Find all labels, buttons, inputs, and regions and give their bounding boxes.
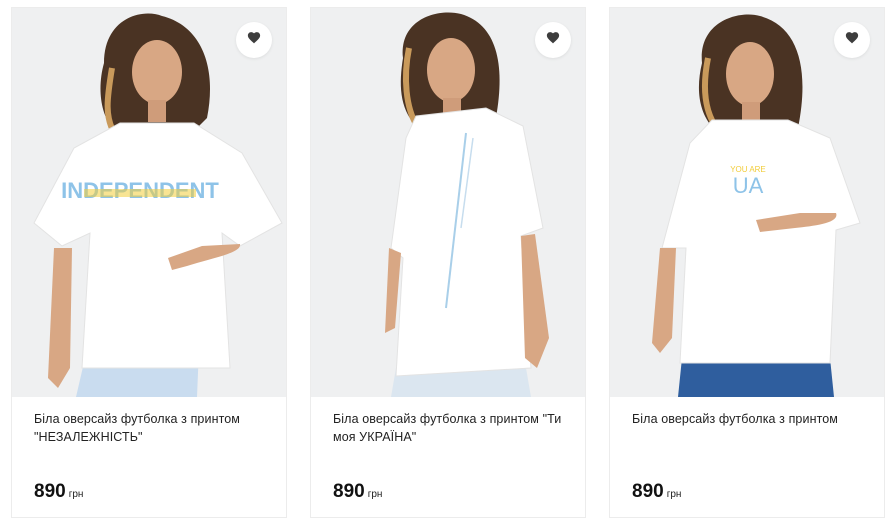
price-value: 890 [333,481,365,502]
shirt-print-main: UA [733,173,764,198]
price-currency: грн [367,489,383,500]
product-card[interactable]: Біла оверсайз футболка з принтом "Ти моя… [310,7,586,518]
heart-icon [247,31,261,49]
product-card[interactable]: INDEPENDENT Біла оверсайз футболка з при… [11,7,287,518]
product-card[interactable]: YOU ARE UA Біла оверсайз футболка з прин… [609,7,885,518]
product-image[interactable]: YOU ARE UA [610,8,884,397]
product-title[interactable]: Біла оверсайз футболка з принтом "НЕЗАЛЕ… [34,410,264,446]
heart-icon [845,31,859,49]
favorite-button[interactable] [236,22,272,58]
product-price: 890 грн [333,481,382,503]
product-price: 890 грн [632,481,681,503]
price-value: 890 [632,481,664,502]
product-image[interactable] [311,8,585,397]
favorite-button[interactable] [535,22,571,58]
price-currency: грн [666,489,682,500]
price-currency: грн [68,489,84,500]
product-title[interactable]: Біла оверсайз футболка з принтом [632,410,862,428]
heart-icon [546,31,560,49]
product-grid: INDEPENDENT Біла оверсайз футболка з при… [0,0,889,527]
product-price: 890 грн [34,481,83,503]
price-value: 890 [34,481,66,502]
product-image[interactable]: INDEPENDENT [12,8,286,397]
favorite-button[interactable] [834,22,870,58]
product-title[interactable]: Біла оверсайз футболка з принтом "Ти моя… [333,410,563,446]
